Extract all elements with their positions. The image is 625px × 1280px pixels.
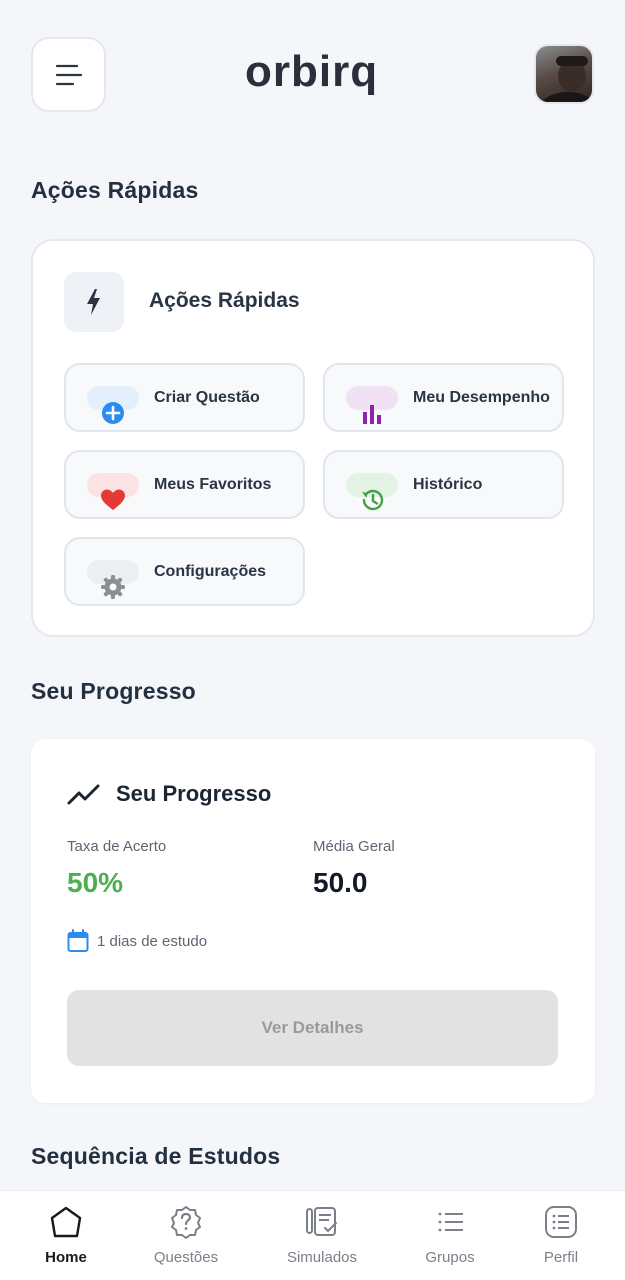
nav-home-label: Home <box>45 1249 87 1266</box>
quick-actions-card: Ações Rápidas Criar Questão Meu Desempen… <box>31 239 595 637</box>
heart-icon <box>101 489 125 510</box>
nav-questions-label: Questões <box>153 1249 219 1266</box>
app-logo: orbirq <box>245 48 378 96</box>
calendar-icon <box>67 929 89 952</box>
quick-actions-section-title: Ações Rápidas <box>31 177 199 203</box>
average-label: Média Geral <box>313 838 395 855</box>
bar-chart-icon <box>363 405 381 424</box>
accuracy-label: Taxa de Acerto <box>67 838 167 855</box>
favorites-label: Meus Favoritos <box>154 476 272 493</box>
gear-icon <box>101 575 125 599</box>
lightning-icon <box>87 289 100 315</box>
create-question-button[interactable]: Criar Questão <box>64 363 305 432</box>
study-days-text: 1 dias de estudo <box>97 932 208 950</box>
menu-button[interactable] <box>31 37 106 112</box>
list-icon <box>438 1212 463 1232</box>
nav-questions[interactable]: Questões <box>126 1191 246 1280</box>
nav-simulations[interactable]: Simulados <box>262 1191 382 1280</box>
avatar-photo-icon <box>542 56 592 102</box>
accuracy-value: 50% <box>67 867 124 898</box>
my-performance-button[interactable]: Meu Desempenho <box>323 363 564 432</box>
favorites-button[interactable]: Meus Favoritos <box>64 450 305 519</box>
history-label: Histórico <box>413 476 483 493</box>
trending-up-icon <box>67 784 100 805</box>
progress-section-title: Seu Progresso <box>31 678 196 704</box>
nav-profile-label: Perfil <box>543 1249 579 1266</box>
view-details-button[interactable]: Ver Detalhes <box>67 990 558 1066</box>
exam-icon <box>306 1207 337 1236</box>
nav-groups-label: Grupos <box>425 1249 475 1266</box>
progress-card: Seu Progresso Taxa de Acerto 50% Média G… <box>31 739 595 1103</box>
settings-label: Configurações <box>154 563 267 580</box>
create-question-label: Criar Questão <box>154 389 260 406</box>
nav-groups[interactable]: Grupos <box>390 1191 510 1280</box>
study-days-row: 1 dias de estudo <box>67 929 207 953</box>
app-header: orbirq <box>0 0 625 150</box>
history-button[interactable]: Histórico <box>323 450 564 519</box>
quick-actions-card-title: Ações Rápidas <box>149 289 300 312</box>
add-circle-icon <box>102 402 124 424</box>
study-streak-section-title: Sequência de Estudos <box>31 1143 281 1169</box>
progress-card-title: Seu Progresso <box>116 781 272 806</box>
nav-simulations-label: Simulados <box>286 1249 358 1266</box>
home-icon <box>50 1206 82 1238</box>
quick-actions-header-icon <box>64 272 124 332</box>
question-icon <box>171 1206 201 1239</box>
history-icon <box>362 489 384 511</box>
bottom-navigation: Home Questões Simulados Grupos Perfil <box>0 1190 625 1280</box>
logo-text: orbirq <box>245 48 378 96</box>
nav-profile[interactable]: Perfil <box>501 1191 621 1280</box>
settings-button[interactable]: Configurações <box>64 537 305 606</box>
average-value: 50.0 <box>313 867 368 898</box>
user-avatar[interactable] <box>534 44 594 104</box>
my-performance-label: Meu Desempenho <box>413 389 550 406</box>
nav-home[interactable]: Home <box>6 1191 126 1280</box>
menu-icon <box>55 64 82 85</box>
profile-icon <box>545 1206 577 1238</box>
